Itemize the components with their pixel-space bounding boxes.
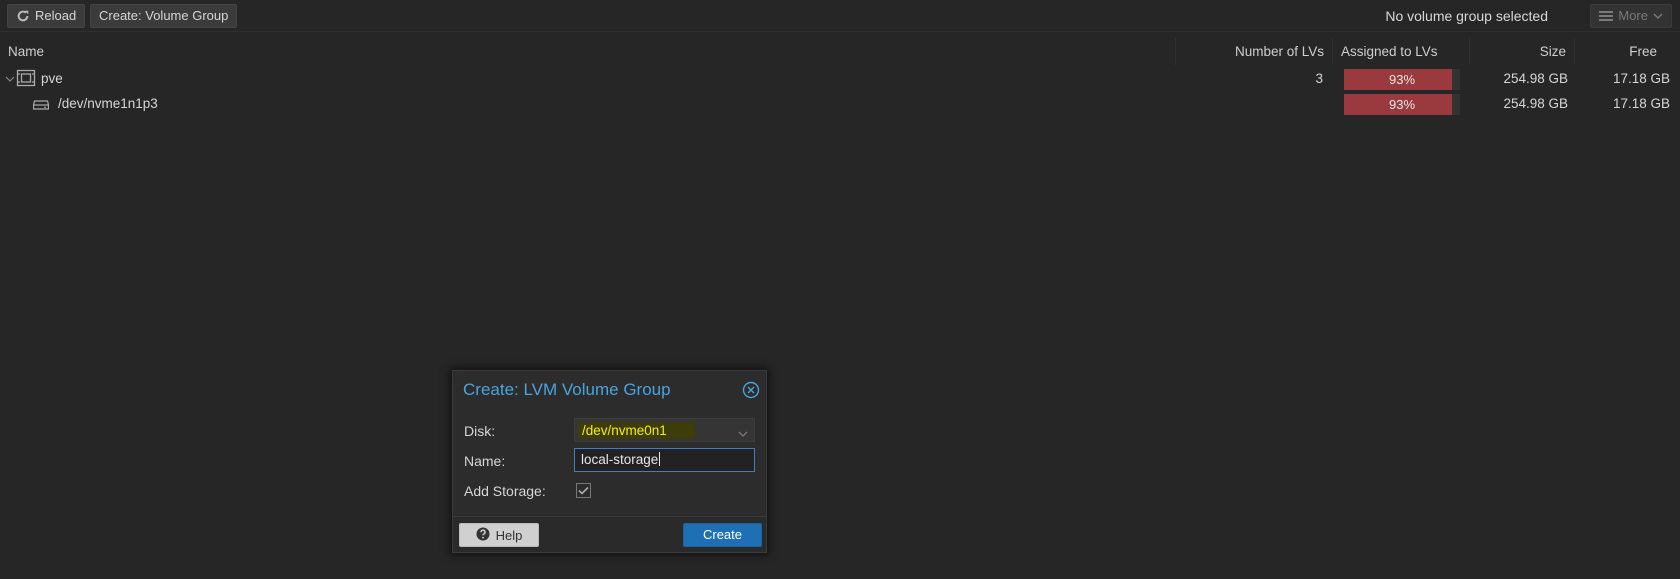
name-input[interactable]: local-storage [574,448,755,472]
name-label: Name: [464,453,506,469]
column-header-assigned-to-lvs[interactable]: Assigned to LVs [1333,38,1470,65]
row-number-of-lvs: 3 [1315,71,1323,86]
dialog-footer: Help Create [453,516,766,552]
row-number-of-lvs [1176,92,1323,116]
chevron-down-icon[interactable] [5,68,15,92]
text-caret [659,452,661,466]
help-icon [476,527,490,544]
chevron-down-icon[interactable] [738,426,748,441]
hard-disk-icon [32,93,50,117]
assigned-usage-bar: 93% [1344,69,1460,90]
row-free: 17.18 GB [1612,96,1670,111]
dialog-title: Create: LVM Volume Group [463,380,671,399]
row-size: 254.98 GB [1503,96,1568,111]
column-header-free[interactable]: Free [1575,38,1680,65]
disk-label: Disk: [464,423,496,439]
table-row[interactable]: /dev/nvme1n1p3 93% 254.98 GB 17.18 GB [0,92,1680,116]
help-button[interactable]: Help [459,523,539,547]
menu-icon [1599,10,1614,22]
assigned-usage-bar: 93% [1344,94,1460,115]
column-header-number-of-lvs[interactable]: Number of LVs [1176,38,1333,65]
row-name: pve [41,71,63,86]
create-button[interactable]: Create [683,523,762,547]
chevron-down-icon [1653,12,1663,20]
name-input-value: local-storage [581,452,659,467]
reload-icon [16,9,30,23]
disk-select[interactable]: /dev/nvme0n1 [574,418,755,442]
add-storage-checkbox[interactable] [576,483,591,501]
column-header-size[interactable]: Size [1470,38,1575,65]
column-header-name[interactable]: Name [0,38,1176,65]
more-button[interactable]: More [1590,4,1672,28]
toolbar: Reload Create: Volume Group No volume gr… [0,0,1680,32]
close-icon[interactable] [742,381,760,402]
add-storage-label: Add Storage: [464,483,546,499]
assigned-usage-text: 93% [1388,72,1416,87]
row-size: 254.98 GB [1503,71,1568,86]
create-lvm-volume-group-dialog: Create: LVM Volume Group Disk: /dev/nvme… [452,370,767,553]
selection-status: No volume group selected [1385,8,1548,24]
row-free: 17.18 GB [1612,71,1670,86]
row-name: /dev/nvme1n1p3 [58,96,158,111]
assigned-usage-text: 93% [1388,97,1416,112]
reload-label: Reload [35,8,77,23]
more-label: More [1618,8,1648,23]
volume-group-icon [16,68,36,92]
create-volume-group-label: Create: Volume Group [99,8,229,23]
create-volume-group-button[interactable]: Create: Volume Group [90,4,238,28]
reload-button[interactable]: Reload [7,4,86,28]
grid-header: Name Number of LVs Assigned to LVs Size … [0,38,1680,65]
table-row[interactable]: pve 3 93% 254.98 GB 17.18 GB [0,67,1680,91]
disk-select-value: /dev/nvme0n1 [578,422,695,439]
help-label: Help [495,527,523,543]
